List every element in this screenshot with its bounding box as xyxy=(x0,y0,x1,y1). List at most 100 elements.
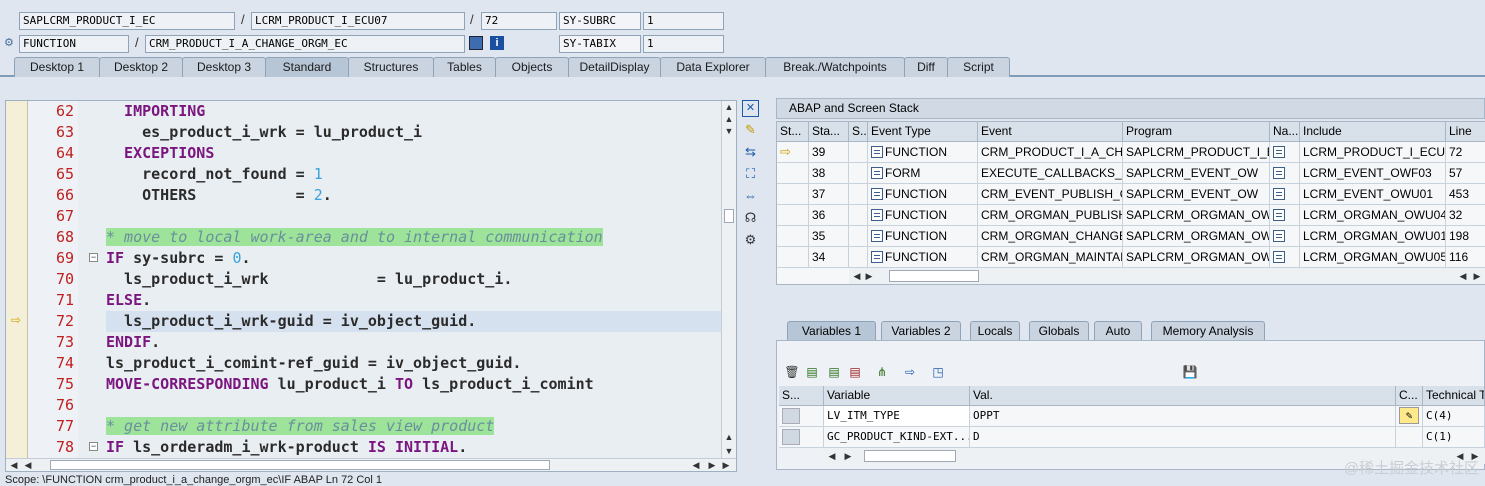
stack-cell[interactable] xyxy=(849,247,868,268)
stack-cell[interactable]: EXECUTE_CALLBACKS_A... xyxy=(978,163,1123,184)
code-line[interactable]: ls_product_i_wrk = lu_product_i. xyxy=(106,269,512,290)
code-line[interactable]: es_product_i_wrk = lu_product_i xyxy=(106,122,422,143)
stack-cell[interactable] xyxy=(777,205,809,226)
source-code-editor[interactable]: ⇨ 62 63 64 65 66 67 68 69 70 71 72 73 74 75 76 77 78 IMP… xyxy=(5,100,737,472)
delete-icon[interactable]: 🗑 xyxy=(784,364,800,380)
scroll-right-icon[interactable]: ▶ xyxy=(706,459,718,471)
stack-cell[interactable]: CRM_EVENT_PUBLISH_O... xyxy=(978,184,1123,205)
stack-cell[interactable] xyxy=(849,184,868,205)
stack-cell[interactable]: FUNCTION xyxy=(868,184,978,205)
scroll-thumb[interactable] xyxy=(50,460,550,470)
table-icon[interactable]: ▤ xyxy=(804,364,820,380)
stack-cell[interactable]: FUNCTION xyxy=(868,205,978,226)
code-line[interactable]: MOVE-CORRESPONDING lu_product_i TO ls_pr… xyxy=(106,374,594,395)
table-icon[interactable]: ▤ xyxy=(847,364,863,380)
variables-column-header[interactable]: C... xyxy=(1396,386,1423,406)
stack-cell[interactable]: 72 xyxy=(1446,142,1485,163)
scroll-right-icon[interactable]: ▶ xyxy=(863,270,875,282)
tab-breakpoints[interactable]: Break./Watchpoints xyxy=(765,57,905,77)
event-type-field[interactable]: FUNCTION xyxy=(19,35,129,53)
stack-cell[interactable]: 37 xyxy=(809,184,849,205)
stack-cell[interactable]: CRM_ORGMAN_PUBLISH... xyxy=(978,205,1123,226)
stack-cell[interactable]: SAPLCRM_PRODUCT_I_EC xyxy=(1123,142,1270,163)
tab-detaildisplay[interactable]: DetailDisplay xyxy=(568,57,661,77)
stack-cell[interactable]: CRM_ORGMAN_MAINTAI... xyxy=(978,247,1123,268)
stack-cell[interactable] xyxy=(849,163,868,184)
navigate-icon[interactable]: ⇨ xyxy=(902,364,918,380)
select-object-icon[interactable] xyxy=(469,36,483,50)
new-tool-icon[interactable]: ✎ xyxy=(742,121,759,138)
stack-cell[interactable]: 57 xyxy=(1446,163,1485,184)
code-line[interactable]: EXCEPTIONS xyxy=(106,143,214,164)
code-line[interactable]: IMPORTING xyxy=(106,101,205,122)
stack-cell[interactable]: LCRM_ORGMAN_OWU05 xyxy=(1300,247,1446,268)
stack-cell[interactable]: LCRM_ORGMAN_OWU04 xyxy=(1300,205,1446,226)
settings-icon[interactable]: ⚙ xyxy=(742,231,759,248)
variable-cell[interactable]: ✎ xyxy=(1396,406,1423,427)
editor-vertical-scrollbar[interactable]: ▲ ▲ ▼ ▲ ▼ xyxy=(721,101,736,459)
scroll-left-icon[interactable]: ◀ xyxy=(826,450,838,462)
stack-column-header[interactable]: Na... xyxy=(1270,122,1300,142)
navigate-source-icon[interactable] xyxy=(1273,251,1285,263)
editor-horizontal-scrollbar[interactable]: ◀ ◀ ◀ ▶ ▶ xyxy=(6,458,736,471)
variable-cell[interactable]: LV_ITM_TYPE xyxy=(824,406,970,427)
fold-toggle-icon[interactable]: − xyxy=(89,253,98,262)
stack-horizontal-scrollbar[interactable]: ◀ ▶ ◀ ▶ xyxy=(849,268,1485,284)
stack-cell[interactable]: CRM_ORGMAN_CHANGE... xyxy=(978,226,1123,247)
tab-variables-1[interactable]: Variables 1 xyxy=(787,321,876,340)
stack-cell[interactable] xyxy=(1270,142,1300,163)
stack-cell[interactable] xyxy=(777,184,809,205)
tab-auto[interactable]: Auto xyxy=(1094,321,1142,340)
tab-globals[interactable]: Globals xyxy=(1029,321,1089,340)
stack-column-header[interactable]: Event Type xyxy=(868,122,978,142)
stack-cell[interactable]: SAPLCRM_EVENT_OW xyxy=(1123,163,1270,184)
tab-standard[interactable]: Standard xyxy=(265,57,349,77)
scroll-right-icon[interactable]: ▶ xyxy=(1471,270,1483,282)
stack-column-header[interactable]: St... xyxy=(777,122,809,142)
close-icon[interactable]: ✕ xyxy=(742,100,759,117)
resize-icon[interactable]: ⇔ xyxy=(742,187,759,204)
stack-cell[interactable]: SAPLCRM_ORGMAN_OW xyxy=(1123,247,1270,268)
scroll-up-icon[interactable]: ▲ xyxy=(723,431,735,443)
stack-cell[interactable]: LCRM_PRODUCT_I_ECU07 xyxy=(1300,142,1446,163)
tab-desktop-3[interactable]: Desktop 3 xyxy=(182,57,266,77)
stack-cell[interactable]: 453 xyxy=(1446,184,1485,205)
variable-cell[interactable]: C(4) xyxy=(1423,406,1485,427)
object-icon[interactable]: ◳ xyxy=(930,364,946,380)
stack-column-header[interactable]: Event xyxy=(978,122,1123,142)
stack-cell[interactable]: CRM_PRODUCT_I_A_CH... xyxy=(978,142,1123,163)
variable-cell[interactable]: GC_PRODUCT_KIND-EXT... xyxy=(824,427,970,448)
code-line[interactable]: * get new attribute from sales view prod… xyxy=(106,416,495,437)
stack-cell[interactable]: SAPLCRM_ORGMAN_OW xyxy=(1123,226,1270,247)
stack-cell[interactable] xyxy=(1270,247,1300,268)
code-line[interactable]: record_not_found = 1 xyxy=(106,164,323,185)
code-line[interactable]: ELSE. xyxy=(106,290,151,311)
swap-tool-icon[interactable]: ⇆ xyxy=(742,143,759,160)
stack-column-header[interactable]: Program xyxy=(1123,122,1270,142)
stack-cell[interactable]: 38 xyxy=(809,163,849,184)
scroll-down-icon[interactable]: ▼ xyxy=(723,125,735,137)
code-line[interactable]: * move to local work-area and to interna… xyxy=(106,227,603,248)
code-line[interactable]: ls_product_i_wrk-guid = iv_object_guid. xyxy=(106,311,476,332)
code-line[interactable]: ls_product_i_comint-ref_guid = iv_object… xyxy=(106,353,521,374)
tab-structures[interactable]: Structures xyxy=(348,57,434,77)
scroll-left-icon[interactable]: ◀ xyxy=(8,459,20,471)
scroll-thumb[interactable] xyxy=(724,209,734,223)
tab-variables-2[interactable]: Variables 2 xyxy=(881,321,961,340)
stack-cell[interactable]: 36 xyxy=(809,205,849,226)
scroll-left-icon[interactable]: ◀ xyxy=(690,459,702,471)
stack-cell[interactable] xyxy=(777,163,809,184)
stack-cell[interactable]: 116 xyxy=(1446,247,1485,268)
scroll-thumb[interactable] xyxy=(864,450,956,462)
code-line[interactable]: IF sy-subrc = 0. xyxy=(106,248,251,269)
variable-cell[interactable] xyxy=(1396,427,1423,448)
stack-cell[interactable]: SAPLCRM_EVENT_OW xyxy=(1123,184,1270,205)
navigate-source-icon[interactable] xyxy=(1273,167,1285,179)
scroll-left-icon[interactable]: ◀ xyxy=(1457,270,1469,282)
tab-diff[interactable]: Diff xyxy=(904,57,948,77)
tab-desktop-2[interactable]: Desktop 2 xyxy=(99,57,183,77)
scroll-up-icon[interactable]: ▲ xyxy=(723,113,735,125)
sy-tabix-value[interactable]: 1 xyxy=(643,35,724,53)
code-line[interactable]: IF ls_orderadm_i_wrk-product IS INITIAL. xyxy=(106,437,467,458)
variables-column-header[interactable]: Variable xyxy=(824,386,970,406)
